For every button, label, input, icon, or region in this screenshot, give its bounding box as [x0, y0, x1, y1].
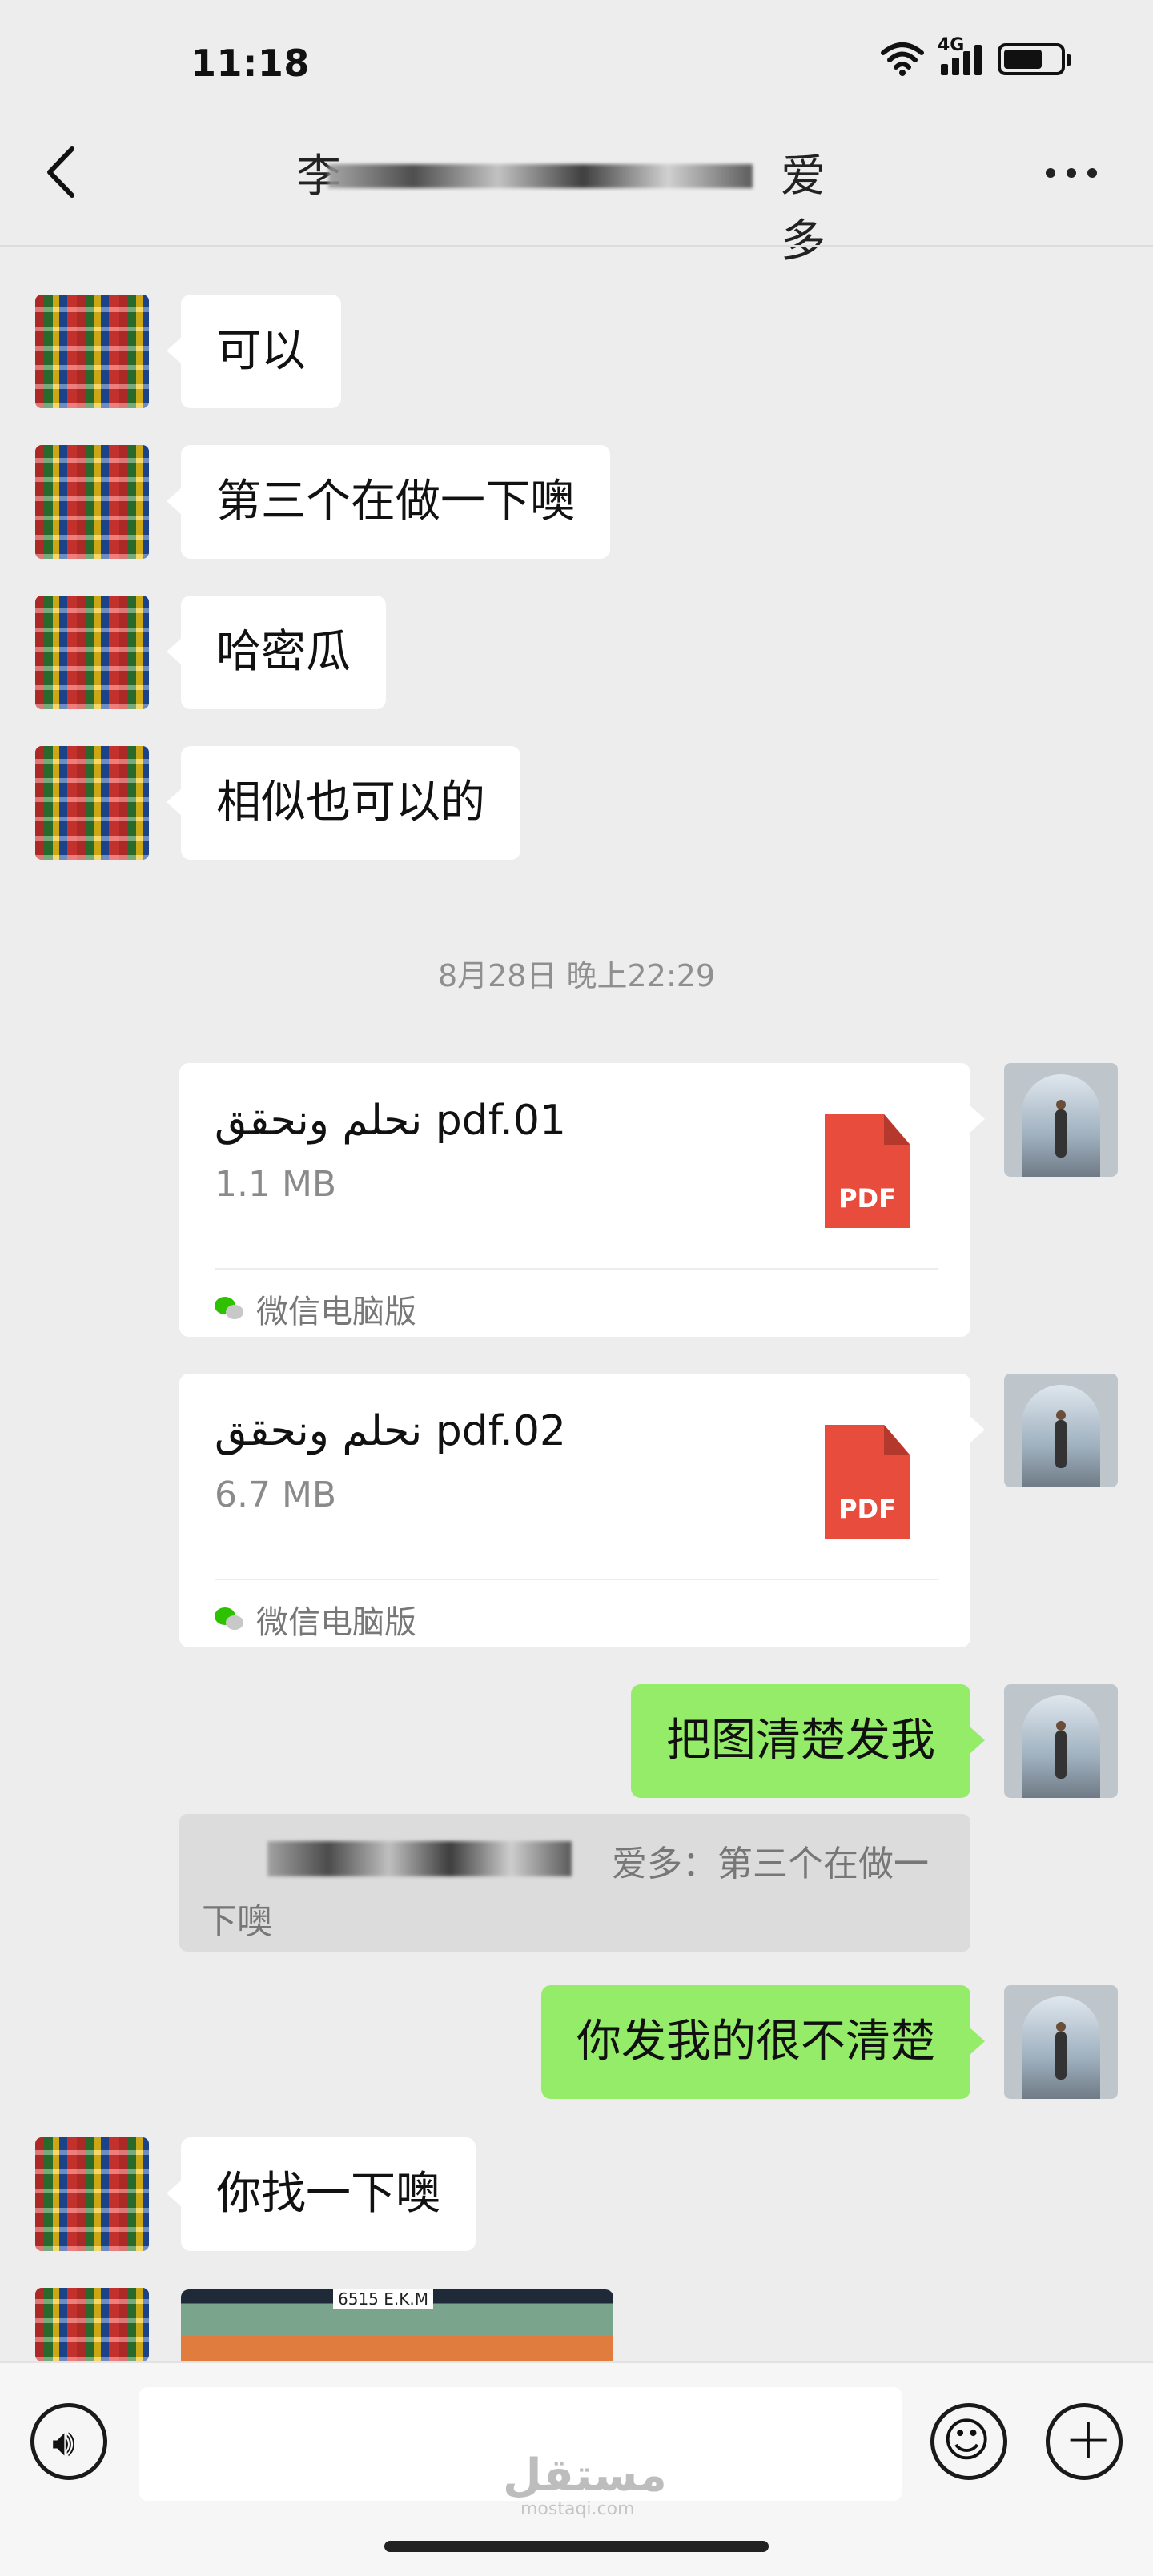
file-size: 6.7 MB	[215, 1475, 337, 1515]
pdf-icon-label: PDF	[838, 1183, 896, 1214]
wifi-icon	[881, 42, 924, 76]
my-avatar[interactable]	[1004, 1374, 1118, 1487]
contact-avatar[interactable]	[35, 2137, 149, 2251]
quoted-reply[interactable]: 爱多：第三个在做一 下噢	[179, 1814, 970, 1952]
quote-text-line2: 下噢	[202, 1901, 272, 1942]
home-indicator[interactable]	[384, 2541, 769, 2552]
wechat-icon	[215, 1297, 245, 1321]
watermark-logo: مستقل	[503, 2450, 667, 2502]
image-plate-text: 6515 E.K.M	[333, 2289, 433, 2309]
voice-input-button[interactable]: 🔊︎	[30, 2403, 107, 2480]
image-message[interactable]: 6515 E.K.M	[181, 2289, 613, 2366]
network-type: 4G	[938, 35, 965, 55]
contact-avatar[interactable]	[35, 445, 149, 559]
my-avatar[interactable]	[1004, 1063, 1118, 1177]
status-icons: 4G	[880, 35, 1071, 77]
plus-icon: +	[1064, 2405, 1113, 2472]
emoji-button[interactable]: ☺	[930, 2403, 1007, 2480]
file-source-label: 微信电脑版	[256, 1294, 416, 1330]
contact-avatar[interactable]	[35, 295, 149, 408]
received-message[interactable]: 哈密瓜	[167, 596, 386, 709]
wechat-icon	[215, 1607, 245, 1631]
smiley-icon: ☺	[942, 2413, 991, 2467]
chat-timestamp: 8月28日 晚上22:29	[437, 958, 716, 993]
contact-avatar[interactable]	[35, 746, 149, 860]
redacted-name	[267, 1841, 572, 1876]
battery-icon	[998, 43, 1071, 75]
back-icon[interactable]	[45, 144, 77, 200]
contact-avatar[interactable]	[35, 2288, 149, 2361]
voice-icon: 🔊︎	[52, 2421, 75, 2464]
sent-message[interactable]: 把图清楚发我	[631, 1684, 985, 1798]
contact-avatar[interactable]	[35, 596, 149, 709]
file-message[interactable]: نحلم ونحقق pdf.01 1.1 MB PDF 微信电脑版	[179, 1063, 985, 1337]
received-message[interactable]: 相似也可以的	[167, 746, 520, 860]
pdf-icon-label: PDF	[838, 1494, 896, 1524]
chat-title-end: 爱多	[781, 150, 826, 267]
redacted-name	[328, 164, 753, 188]
received-message[interactable]: 第三个在做一下噢	[167, 445, 610, 559]
my-avatar[interactable]	[1004, 1985, 1118, 2099]
watermark-url: mostaqi.com	[520, 2499, 635, 2519]
file-source-label: 微信电脑版	[256, 1604, 416, 1641]
file-name: نحلم ونحقق pdf.01	[215, 1097, 566, 1145]
file-source: 微信电脑版	[215, 1596, 416, 1643]
file-source: 微信电脑版	[215, 1286, 416, 1332]
chat-title: 李 爱多	[296, 140, 857, 267]
more-functions-button[interactable]: +	[1046, 2403, 1123, 2480]
file-name: نحلم ونحقق pdf.02	[215, 1407, 566, 1455]
file-message[interactable]: نحلم ونحقق pdf.02 6.7 MB PDF 微信电脑版	[179, 1374, 985, 1647]
quote-text-line1: 爱多：第三个在做一	[612, 1844, 929, 1884]
file-size: 1.1 MB	[215, 1164, 337, 1205]
received-message[interactable]: 可以	[167, 295, 341, 408]
more-options-icon[interactable]	[1046, 168, 1097, 178]
status-time: 11:18	[191, 42, 310, 85]
received-message[interactable]: 你找一下噢	[167, 2137, 476, 2251]
sent-message[interactable]: 你发我的很不清楚	[541, 1985, 985, 2099]
header-divider	[0, 245, 1153, 247]
my-avatar[interactable]	[1004, 1684, 1118, 1798]
cell-signal-icon: 4G	[938, 35, 982, 75]
